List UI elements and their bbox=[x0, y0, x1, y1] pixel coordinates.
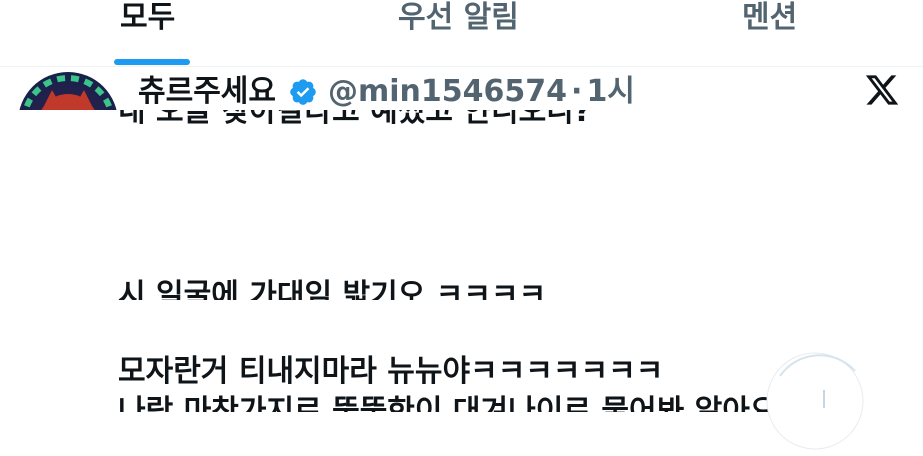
tweet-text-line: 시 일굴에 가대임 밟기오 ㅋㅋㅋㅋ bbox=[118, 278, 547, 300]
header-separator: · bbox=[571, 74, 583, 109]
tweet-header: 츄르주세요 @min1546574 · 1시 bbox=[138, 70, 635, 114]
tweet-text-line: 나랑 마찬가지로 뚱뚱한이 대겨나이로 물어봐 알아요 bbox=[118, 394, 778, 412]
tweet-text-line: 모자란거 티내지마라 뉴뉴야ㅋㅋㅋㅋㅋㅋㅋ bbox=[118, 354, 664, 389]
tweet-line-1-clip: 내 오늘 찾아갈라고 예쩠고 얀니오니? bbox=[118, 110, 718, 132]
notification-tabs: 모두 우선 알림 멘션 bbox=[0, 0, 923, 66]
tweet-line-2-clip: 시 일굴에 가대임 밟기오 ㅋㅋㅋㅋ bbox=[118, 278, 718, 300]
user-handle[interactable]: @min1546574 bbox=[328, 72, 567, 112]
tabs-divider bbox=[0, 66, 923, 67]
tab-all[interactable]: 모두 bbox=[120, 0, 175, 40]
tweet-text-line: 내 오늘 찾아갈라고 예쩠고 얀니오니? bbox=[118, 110, 592, 129]
tab-priority[interactable]: 우선 알림 bbox=[398, 0, 519, 40]
tab-mentions[interactable]: 멘션 bbox=[742, 0, 797, 40]
active-tab-indicator bbox=[114, 59, 190, 65]
display-name[interactable]: 츄르주세요 bbox=[138, 72, 276, 112]
verified-badge-icon bbox=[290, 79, 316, 105]
timestamp[interactable]: 1시 bbox=[586, 72, 634, 112]
tweet-line-4-clip: 나랑 마찬가지로 뚱뚱한이 대겨나이로 물어봐 알아요 bbox=[118, 394, 778, 412]
x-logo-icon bbox=[865, 75, 899, 105]
loading-spinner-icon bbox=[766, 352, 864, 450]
